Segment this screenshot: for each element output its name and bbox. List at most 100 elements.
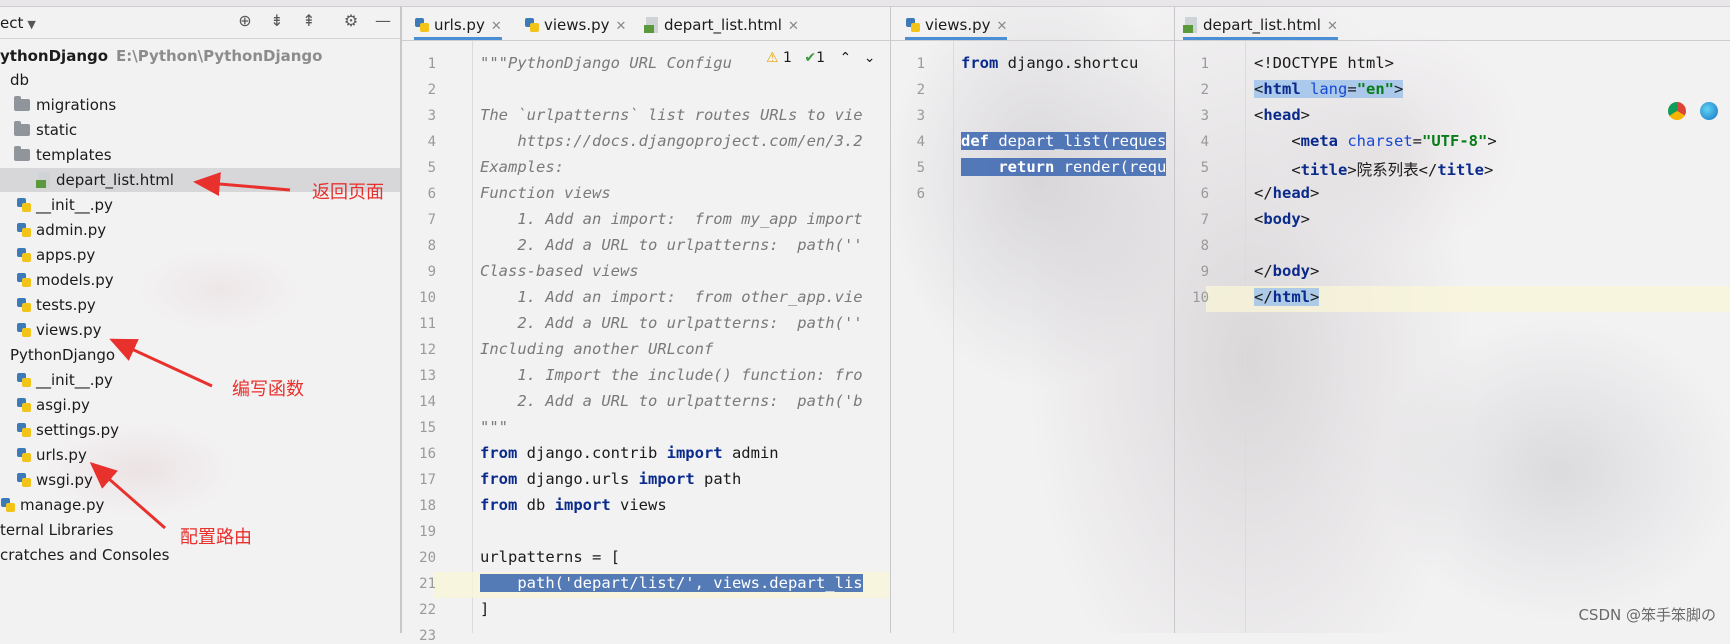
close-icon[interactable]: ✕	[1327, 19, 1338, 34]
code-line[interactable]: return render(requ	[961, 158, 1167, 176]
editor1-tabbar: urls.py ✕ views.py ✕ depart_list.html ✕	[402, 10, 890, 41]
arrow-config-route	[89, 462, 166, 530]
tab-depart-list-html-split[interactable]: depart_list.html ✕	[1183, 10, 1338, 40]
tab-urls-py[interactable]: urls.py ✕	[414, 10, 502, 40]
check-icon: ✔	[804, 50, 817, 66]
line-number: 11	[419, 316, 436, 332]
code-line[interactable]: The `urlpatterns` list routes URLs to vi…	[480, 106, 863, 124]
line-number: 2	[1200, 82, 1209, 98]
code-line[interactable]: 1. Import the include() function: fro	[480, 366, 862, 384]
tab-depart-list-html[interactable]: depart_list.html ✕	[644, 10, 799, 40]
tab-label: urls.py	[434, 16, 485, 34]
code-line[interactable]: from db import views	[480, 496, 667, 514]
editor3-gutter	[1175, 41, 1246, 633]
line-number: 23	[419, 628, 436, 644]
line-number: 5	[427, 160, 436, 176]
close-icon[interactable]: ✕	[997, 19, 1008, 34]
editor2-tabbar: views.py ✕	[891, 10, 1174, 41]
code-line[interactable]: ]	[480, 600, 489, 618]
line-number: 10	[1192, 290, 1209, 306]
line-number: 4	[1200, 134, 1209, 150]
python-file-icon	[525, 18, 539, 32]
project-panel: ect ▼ ⊕ ⇟ ⇞ ⚙ — ythonDjango E:\Python\Pyth…	[0, 6, 401, 633]
code-line[interactable]: Examples:	[480, 158, 564, 176]
tab-views-py[interactable]: views.py ✕	[524, 10, 626, 40]
line-number: 4	[427, 134, 436, 150]
line-number: 6	[916, 186, 925, 202]
close-icon[interactable]: ✕	[616, 19, 627, 34]
line-number: 9	[1200, 264, 1209, 280]
line-number: 9	[427, 264, 436, 280]
code-line[interactable]: https://docs.djangoproject.com/en/3.2	[480, 132, 862, 150]
html-file-icon	[644, 17, 658, 33]
line-number: 8	[427, 238, 436, 254]
line-number: 19	[419, 524, 436, 540]
tab-views-py-split[interactable]: views.py ✕	[905, 10, 1008, 40]
code-line[interactable]: </html>	[1254, 288, 1320, 306]
line-number: 20	[419, 550, 436, 566]
chrome-icon[interactable]	[1668, 102, 1686, 120]
line-number: 5	[1200, 160, 1209, 176]
line-number: 5	[916, 160, 925, 176]
code-line[interactable]: </body>	[1254, 262, 1319, 280]
html-file-icon	[1183, 17, 1197, 33]
code-line[interactable]: <!DOCTYPE html>	[1254, 54, 1394, 72]
code-line[interactable]: from django.urls import path	[480, 470, 741, 488]
line-number: 2	[427, 82, 436, 98]
line-number: 1	[1200, 56, 1209, 72]
code-line[interactable]: 1. Add an import: from my_app import	[480, 210, 862, 228]
close-icon[interactable]: ✕	[788, 19, 799, 34]
line-number: 3	[1200, 108, 1209, 124]
code-line[interactable]: """	[480, 418, 508, 436]
code-line[interactable]: 2. Add a URL to urlpatterns: path(''	[480, 314, 862, 332]
line-number: 21	[419, 576, 436, 592]
line-number: 12	[419, 342, 436, 358]
annotation-arrows	[89, 172, 291, 530]
tab-label: views.py	[925, 16, 991, 34]
line-number: 13	[419, 368, 436, 384]
code-line[interactable]: 2. Add a URL to urlpatterns: path(''	[480, 236, 862, 254]
code-line[interactable]: def depart_list(reques	[961, 132, 1167, 150]
code-line[interactable]: Function views	[480, 184, 611, 202]
editor2-gutter	[891, 41, 954, 633]
code-line[interactable]: <head>	[1254, 106, 1310, 124]
ok-count: 1	[816, 50, 826, 66]
code-line[interactable]: """PythonDjango URL Configu	[480, 54, 732, 72]
warning-count: 1	[783, 50, 792, 66]
close-icon[interactable]: ✕	[491, 19, 502, 34]
chevron-up-icon[interactable]: ⌃	[840, 50, 852, 66]
editor1-gutter	[402, 41, 473, 633]
line-number: 17	[419, 472, 436, 488]
code-line[interactable]: <title>院系列表</title>	[1254, 158, 1493, 180]
line-number: 6	[427, 186, 436, 202]
arrow-write-function	[109, 338, 213, 388]
code-line[interactable]: <meta charset="UTF-8">	[1254, 132, 1496, 150]
tab-label: depart_list.html	[1203, 16, 1321, 34]
tab-label: views.py	[544, 16, 610, 34]
line-number: 10	[419, 290, 436, 306]
line-number: 7	[427, 212, 436, 228]
code-line[interactable]: from django.contrib import admin	[480, 444, 779, 462]
code-line[interactable]: </head>	[1254, 184, 1319, 202]
line-number: 6	[1200, 186, 1209, 202]
line-number: 7	[1200, 212, 1209, 228]
code-line[interactable]: 1. Add an import: from other_app.vie	[480, 288, 862, 306]
code-line[interactable]: 2. Add a URL to urlpatterns: path('b	[480, 392, 862, 410]
inspection-widget[interactable]: ⚠ 1 ✔1 ⌃ ⌄	[766, 50, 875, 66]
chevron-down-icon[interactable]: ⌄	[864, 50, 876, 66]
code-line[interactable]: Class-based views	[480, 262, 639, 280]
code-line[interactable]: <body>	[1254, 210, 1310, 228]
line-number: 8	[1200, 238, 1209, 254]
line-number: 1	[427, 56, 436, 72]
line-number: 2	[916, 82, 925, 98]
code-line[interactable]: from django.shortcu	[961, 54, 1138, 72]
line-number: 3	[916, 108, 925, 124]
line-number: 15	[419, 420, 436, 436]
line-number: 14	[419, 394, 436, 410]
code-line[interactable]: urlpatterns = [	[480, 548, 620, 566]
code-line[interactable]: <html lang="en">	[1254, 80, 1404, 98]
edge-icon[interactable]	[1700, 102, 1718, 120]
tab-label: depart_list.html	[664, 16, 782, 34]
code-line[interactable]: Including another URLconf	[480, 340, 713, 358]
code-line[interactable]: path('depart/list/', views.depart_lis	[480, 574, 863, 592]
